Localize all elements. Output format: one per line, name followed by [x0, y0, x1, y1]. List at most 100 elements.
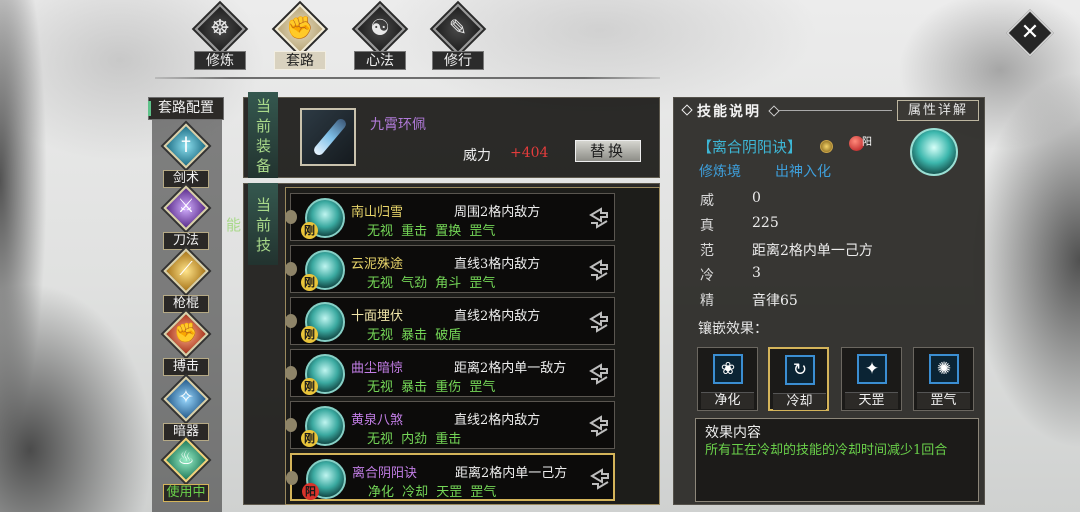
inlay-slot-cooldown[interactable]: ↻ 冷却 — [768, 347, 829, 411]
tab-divider — [155, 77, 660, 79]
yin-yang-icon: ☯ — [370, 16, 390, 41]
blade-glyph: ⚔ — [177, 195, 195, 217]
stat-label: 威 — [700, 193, 714, 209]
skill-type-badge: 阳 — [302, 483, 319, 500]
sidebar-item-in-use[interactable]: ♨ 使用中 — [150, 437, 222, 503]
sidebar-item-spear[interactable]: ⟋ 枪棍 — [150, 248, 222, 314]
skill-range: 直线2格内敌方 — [454, 413, 541, 428]
skill-name: 南山归雪 — [351, 205, 404, 220]
stat-value: 0 — [752, 190, 761, 206]
inlay-slot-purify[interactable]: ❀ 净化 — [697, 347, 758, 411]
equipment-item-icon[interactable] — [300, 108, 356, 166]
tab-label: 修炼 — [194, 51, 246, 70]
sidebar-item-blade[interactable]: ⚔ 刀法 — [150, 185, 222, 251]
swap-icon[interactable] — [588, 467, 612, 491]
swap-icon[interactable] — [587, 258, 611, 282]
sidebar-item-label: 使用中 — [163, 484, 209, 502]
skill-name: 离合阴阳诀 — [352, 466, 418, 481]
swap-icon[interactable] — [587, 414, 611, 438]
stat-value: 225 — [752, 215, 779, 231]
close-icon[interactable]: ✕ — [1008, 12, 1052, 54]
stat-label: 冷 — [700, 268, 714, 284]
row-knob-icon — [286, 471, 298, 485]
fist-icon: ✊ — [286, 16, 314, 41]
skill-type-badge: 刚 — [301, 222, 318, 239]
tab-cultivation[interactable]: ☸ 修炼 — [185, 3, 255, 74]
attribute-details-button[interactable]: 属性详解 — [897, 100, 979, 121]
tiangang-icon: ✦ — [857, 354, 887, 384]
skill-type-badge: 刚 — [301, 378, 318, 395]
tab-label: 修行 — [432, 51, 484, 70]
sword-glyph: † — [181, 133, 191, 155]
effect-text: 所有正在冷却的技能的冷却时间减少1回合 — [705, 443, 948, 458]
inlay-label: 罡气 — [917, 392, 970, 409]
skill-type-badge: 刚 — [301, 326, 318, 343]
realm-label: 修炼境 — [699, 164, 741, 180]
inlay-label: 净化 — [701, 392, 754, 409]
sidebar-item-hidden-weapon[interactable]: ✧ 暗器 — [150, 376, 222, 442]
sidebar-item-label: 刀法 — [163, 232, 209, 250]
equipment-section-label: 当前装备 — [248, 92, 278, 178]
skill-tags: 无视 内劲 重击 — [367, 432, 462, 447]
swap-icon[interactable] — [587, 206, 611, 230]
skill-tags: 无视 暴击 重伤 罡气 — [367, 380, 496, 395]
skill-name: 十面埋伏 — [351, 309, 404, 324]
skill-range: 直线2格内敌方 — [454, 309, 541, 324]
stat-label: 精 — [700, 293, 714, 309]
tab-mind-method[interactable]: ☯ 心法 — [345, 3, 415, 74]
skill-row[interactable]: 阳 离合阴阳诀 距离2格内单一己方 净化 冷却 天罡 罡气 — [286, 453, 615, 501]
skills-section-label: 当前技能 — [224, 183, 278, 265]
inlay-label: 天罡 — [845, 392, 898, 409]
skill-tags: 无视 暴击 破盾 — [367, 328, 462, 343]
stat-label: 真 — [700, 218, 714, 234]
skill-tags: 净化 冷却 天罡 罡气 — [368, 485, 497, 500]
sidebar-item-label: 搏击 — [163, 358, 209, 376]
skill-tags: 无视 气劲 角斗 罡气 — [367, 276, 496, 291]
equipment-name: 九霄环佩 — [370, 117, 426, 133]
tab-label: 套路 — [274, 51, 326, 70]
element-badge: 阳 — [862, 137, 872, 148]
in-use-glyph: ♨ — [177, 447, 195, 469]
skill-row[interactable]: 刚 黄泉八煞 直线2格内敌方 无视 内劲 重击 — [285, 401, 615, 449]
skill-row[interactable]: 刚 十面埋伏 直线2格内敌方 无视 暴击 破盾 — [285, 297, 615, 345]
inlay-slot-tiangang[interactable]: ✦ 天罡 — [841, 347, 902, 411]
sidebar-title: 套路配置 — [148, 97, 224, 120]
detail-title: 技能说明 — [697, 104, 761, 120]
inlay-label: 冷却 — [773, 393, 826, 410]
row-knob-icon — [285, 314, 297, 328]
swap-icon[interactable] — [587, 310, 611, 334]
cultivation-icon: ☸ — [210, 16, 230, 41]
inlay-slot-gangqi[interactable]: ✺ 罡气 — [913, 347, 974, 411]
power-label: 威力 — [463, 148, 491, 164]
skill-row[interactable]: 刚 云泥殊途 直线3格内敌方 无视 气劲 角斗 罡气 — [285, 245, 615, 293]
replace-button[interactable]: 替换 — [575, 140, 641, 162]
purify-icon: ❀ — [713, 354, 743, 384]
stat-label: 范 — [700, 243, 714, 259]
sidebar-item-label: 枪棍 — [163, 295, 209, 313]
jade-pendant-icon — [312, 116, 348, 158]
tab-routine[interactable]: ✊ 套路 — [265, 3, 335, 74]
cooldown-icon: ↻ — [785, 355, 815, 385]
swap-icon[interactable] — [587, 362, 611, 386]
stat-value: 3 — [752, 265, 761, 281]
skill-name: 云泥殊途 — [351, 257, 404, 272]
skill-range: 距离2格内单一敌方 — [454, 361, 567, 376]
skill-row[interactable]: 刚 曲尘暗惊 距离2格内单一敌方 无视 暴击 重伤 罡气 — [285, 349, 615, 397]
stat-value: 音律65 — [752, 293, 798, 309]
skill-range: 周围2格内敌方 — [454, 205, 541, 220]
detail-skill-name: 【离合阴阳诀】 — [697, 138, 803, 156]
sidebar-item-sword[interactable]: † 剑术 — [150, 123, 222, 189]
tab-practice[interactable]: ✎ 修行 — [423, 3, 493, 74]
skill-range: 距离2格内单一己方 — [455, 466, 568, 481]
skill-range: 直线3格内敌方 — [454, 257, 541, 272]
skill-row[interactable]: 刚 南山归雪 周围2格内敌方 无视 重击 置换 罡气 — [285, 193, 615, 241]
skill-type-badge: 刚 — [301, 274, 318, 291]
inlay-effects-label: 镶嵌效果： — [698, 321, 768, 337]
scroll-icon: ✎ — [448, 16, 468, 41]
sidebar-item-fist[interactable]: ✊ 搏击 — [150, 311, 222, 377]
row-knob-icon — [285, 366, 297, 380]
skill-name: 黄泉八煞 — [351, 413, 404, 428]
tab-label: 心法 — [354, 51, 406, 70]
skill-name: 曲尘暗惊 — [351, 361, 404, 376]
realm-value: 出神入化 — [775, 164, 831, 180]
